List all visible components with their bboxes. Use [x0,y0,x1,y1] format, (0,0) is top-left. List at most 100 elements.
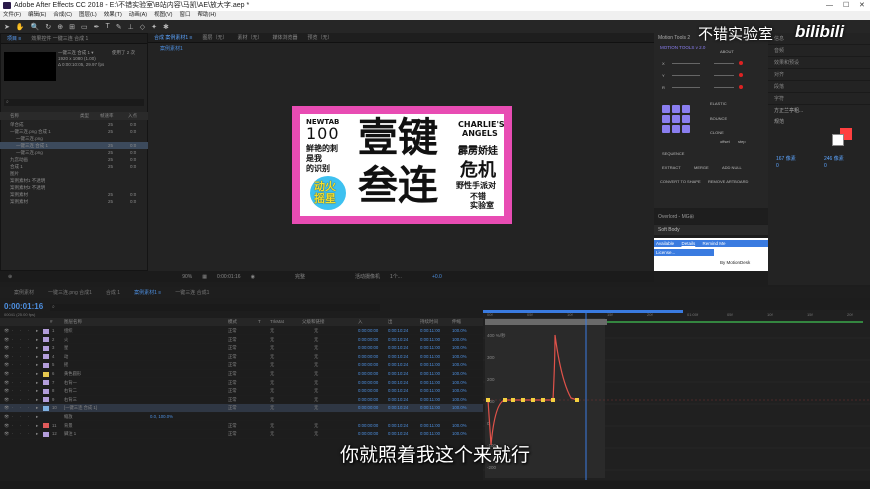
layer-name[interactable]: 摇 [64,361,68,369]
layer-trkmat[interactable]: 无 [270,370,274,378]
label-color-swatch[interactable] [43,405,49,411]
keyframe-x-icon[interactable] [739,61,743,65]
anchor-grid-icon[interactable] [672,105,680,113]
snapshot-icon[interactable]: ◉ [251,274,255,280]
layer-mode[interactable]: 正常 [228,387,237,395]
project-search-input[interactable]: ⌕ [4,99,144,106]
col-in[interactable]: 入点 [128,112,137,120]
layer-trkmat[interactable]: 无 [270,379,274,387]
lock-icon[interactable]: · [28,336,29,344]
eye-icon[interactable]: 👁 [4,396,9,404]
panel-character[interactable]: 字符 [768,93,870,105]
tab-layer[interactable]: 图层（无） [202,34,227,41]
twirl-icon[interactable]: ▸ [36,430,38,438]
details-link[interactable]: Details [681,241,695,246]
twirl-icon[interactable]: ▸ [36,327,38,335]
layer-parent[interactable]: 无 [314,396,318,404]
layer-row[interactable]: 👁 · · · ▸ 10 [一键三连 合成 1] 正常无无 0:00:00:00 0:00:10:… [0,404,483,413]
hand-tool-icon[interactable]: ✋ [16,23,25,31]
layer-parent[interactable]: 无 [314,336,318,344]
label-color-swatch[interactable] [43,388,49,394]
scale-value[interactable]: 0.0, 100.0% [150,413,173,421]
solo-icon[interactable]: · [20,413,21,421]
layer-row[interactable]: 👁 · · · ▸ 5 摇正常无无 0:00:00:00 0:00:10:24 0:00:11:0… [0,361,483,370]
tab-project[interactable]: 项目 ≡ [7,35,21,42]
camera-tool-icon[interactable]: ⊕ [57,23,63,31]
menu-view[interactable]: 视图(V) [154,11,172,20]
twirl-icon[interactable]: ▸ [36,422,38,430]
menu-composition[interactable]: 合成(C) [53,11,72,20]
lock-icon[interactable]: · [28,387,29,395]
font-style-select[interactable]: 规范 [768,116,870,127]
layer-name[interactable]: 右背二 [64,387,77,395]
zoom-select[interactable]: 90% [182,274,192,280]
twirl-icon[interactable]: ▸ [36,396,38,404]
layer-name[interactable]: 背景 [64,422,73,430]
extract-button[interactable]: EXTRACT [662,165,681,170]
audio-icon[interactable]: · [12,344,13,352]
twirl-icon[interactable]: ▸ [36,387,38,395]
layer-mode[interactable]: 正常 [228,361,237,369]
twirl-icon[interactable]: ▸ [36,336,38,344]
col-trkmat[interactable]: TrkMat [270,319,284,324]
col-duration[interactable]: 持续时间 [420,319,438,325]
twirl-icon[interactable]: ▸ [36,413,38,421]
tab-media-browser[interactable]: 媒体浏览器 [273,34,298,41]
tab-composition[interactable]: 合成 案例素材1 ≡ [154,34,192,41]
tab-preview[interactable]: 预览（无） [308,34,333,41]
lock-icon[interactable]: · [28,327,29,335]
project-row[interactable]: 九宫动画 25 0:0 [0,156,148,163]
anchor-grid-icon[interactable] [672,115,680,123]
layer-row[interactable]: 👁 · · · ▸ 9 右背三 正常无无 0:00:00:00 0:00:10:24 0:00:11… [0,396,483,405]
slider-x[interactable] [672,63,700,64]
eye-icon[interactable]: 👁 [4,430,9,438]
audio-icon[interactable]: · [12,404,13,412]
label-color-swatch[interactable] [43,431,49,437]
label-color-swatch[interactable] [43,380,49,386]
license-link[interactable]: License... [654,249,714,256]
menu-effect[interactable]: 效果(T) [104,11,122,20]
layer-mode[interactable]: 正常 [228,430,237,438]
tl-tab-5[interactable]: 一键三连 合成1 [175,289,209,296]
keyframe-y-icon[interactable] [739,73,743,77]
camera-select[interactable]: 活动摄像机 [355,273,380,280]
layer-row[interactable]: 👁 · · · ▸ 11 背景 正常无无 0:00:00:00 0:00:10:24 0:00:11… [0,422,483,430]
pen-tool-icon[interactable]: ✒ [94,23,100,31]
solo-icon[interactable]: · [20,361,21,369]
layer-parent[interactable]: 无 [314,387,318,395]
layer-name[interactable]: 火 [64,336,68,344]
audio-icon[interactable]: · [12,413,13,421]
panel-audio[interactable]: 音频 [768,45,870,57]
twirl-icon[interactable]: ▸ [36,370,38,378]
menu-window[interactable]: 窗口 [179,11,190,20]
tracking-value[interactable]: 0 [824,163,827,169]
current-time[interactable]: 0:00:01:16 [217,274,241,280]
layer-trkmat[interactable]: 无 [270,353,274,361]
layer-row[interactable]: 👁 · · · ▸ 6 黄色圆形 正常无无 0:00:00:00 0:00:10:24 0:00:1… [0,370,483,379]
solo-icon[interactable]: · [20,396,21,404]
maximize-button[interactable]: ☐ [843,0,849,11]
solo-icon[interactable]: · [20,353,21,361]
layer-name[interactable]: 组织 [64,327,73,335]
audio-icon[interactable]: · [12,379,13,387]
minimize-button[interactable]: — [826,0,833,11]
twirl-icon[interactable]: ▸ [36,361,38,369]
audio-icon[interactable]: · [12,370,13,378]
remind-me-button[interactable]: Remind Me [702,241,725,246]
lock-icon[interactable]: · [28,404,29,412]
layer-trkmat[interactable]: 无 [270,327,274,335]
lock-icon[interactable]: · [28,344,29,352]
menu-edit[interactable]: 编辑(E) [28,11,46,20]
resolution-icon[interactable]: ▦ [202,274,207,280]
label-color-swatch[interactable] [43,397,49,403]
audio-icon[interactable]: · [12,336,13,344]
project-row[interactable]: 案例素材 25 0:0 [0,191,148,198]
project-row[interactable]: 案例素材 25 0:0 [0,198,148,205]
col-in[interactable]: 入 [358,319,363,325]
layer-name[interactable]: 动 [64,353,68,361]
col-type[interactable]: 类型 [80,112,89,120]
lock-icon[interactable]: · [28,361,29,369]
layer-row[interactable]: 👁 · · · ▸ 7 右背一 正常无无 0:00:00:00 0:00:10:24 0:00:11… [0,379,483,387]
layer-parent[interactable]: 无 [314,353,318,361]
solo-icon[interactable]: · [20,379,21,387]
